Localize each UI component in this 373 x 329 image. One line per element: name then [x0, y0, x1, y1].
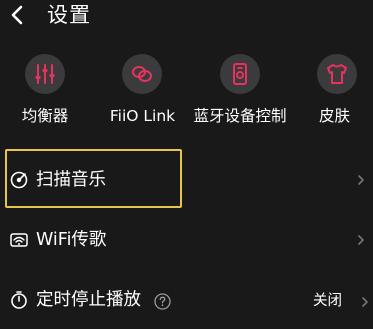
quick-action-fiio-link[interactable]: FiiO Link — [95, 52, 190, 132]
top-bar: 设置 — [0, 0, 373, 34]
chevron-right-icon — [355, 172, 367, 188]
quick-action-label: FiiO Link — [109, 107, 176, 125]
quick-action-label: 蓝牙设备控制 — [193, 107, 287, 125]
quick-action-label: 皮肤 — [318, 107, 350, 125]
page-title: 设置 — [47, 3, 91, 27]
sleep-timer-value: 关闭 — [313, 293, 342, 309]
quick-action-skin[interactable]: 皮肤 — [296, 52, 373, 132]
chevron-right-icon — [360, 294, 372, 310]
back-button[interactable] — [5, 2, 31, 28]
settings-item-wifi-transfer[interactable]: WiFi传歌 — [0, 216, 373, 266]
chevron-left-icon — [11, 5, 23, 25]
focus-highlight — [5, 149, 182, 208]
shirt-icon — [317, 54, 357, 94]
equalizer-icon — [25, 54, 65, 94]
wifi-icon — [9, 230, 29, 250]
settings-item-label: 定时停止播放 — [36, 290, 141, 310]
quick-action-bluetooth-control[interactable]: 蓝牙设备控制 — [190, 52, 290, 132]
settings-item-label: WiFi传歌 — [36, 230, 107, 250]
quick-action-label: 均衡器 — [21, 107, 69, 125]
quick-action-equalizer[interactable]: 均衡器 — [0, 52, 90, 132]
chevron-right-icon — [355, 232, 367, 248]
question-icon[interactable] — [154, 293, 171, 310]
bluetooth-device-icon — [220, 54, 260, 94]
timer-icon — [9, 290, 29, 310]
settings-item-sleep-timer[interactable]: 定时停止播放 关闭 — [0, 276, 373, 326]
link-icon — [122, 54, 162, 94]
